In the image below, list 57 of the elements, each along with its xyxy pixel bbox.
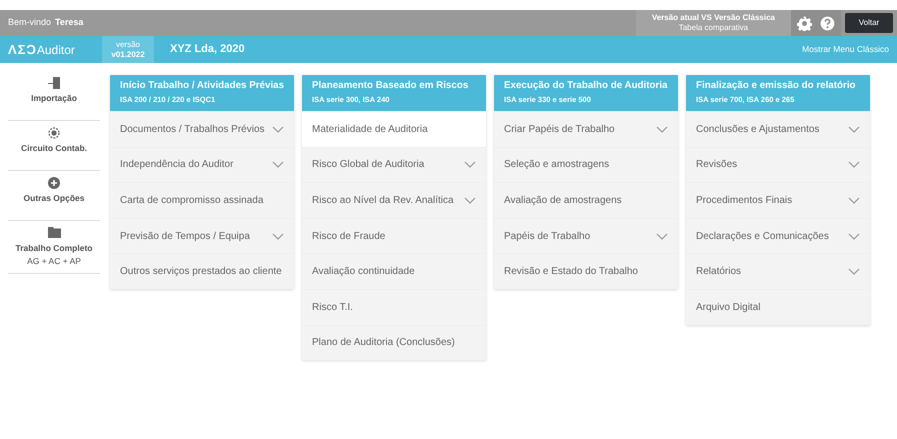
version-number: v01.2022: [110, 50, 146, 60]
menu-item[interactable]: Seleção e amostragens: [494, 146, 678, 182]
menu-item[interactable]: Procedimentos Finais: [686, 182, 870, 218]
column-title: Planeamento Baseado em Riscos: [312, 79, 470, 93]
menu-item[interactable]: Revisão e Estado do Trabalho: [494, 253, 678, 289]
sidebar-item[interactable]: Importação: [8, 71, 100, 121]
chevron-down-icon[interactable]: [848, 196, 860, 204]
user-name: Teresa: [55, 16, 84, 30]
column-title: Finalização e emissão do relatório: [696, 79, 857, 93]
version-label: versão: [114, 40, 141, 50]
help-icon[interactable]: [820, 16, 835, 30]
menu-item[interactable]: Avaliação continuidade: [302, 253, 486, 289]
settings-icon[interactable]: [797, 16, 812, 30]
menu-item[interactable]: Arquivo Digital: [686, 288, 870, 325]
chevron-down-icon[interactable]: [848, 268, 860, 276]
menu-item[interactable]: Conclusões e Ajustamentos: [686, 111, 870, 147]
company-name: XYZ Lda, 2020: [170, 42, 245, 58]
menu-item[interactable]: Revisões: [686, 146, 870, 182]
column-title: Execução do Trabalho de Auditoria: [504, 79, 668, 93]
menu-item[interactable]: Relatórios: [686, 253, 870, 289]
menu-item[interactable]: Papéis de Trabalho: [494, 218, 678, 254]
column-title: Início Trabalho / Atividades Prévias: [120, 79, 284, 93]
plus-icon: [48, 176, 60, 189]
circuit-icon: [48, 126, 60, 139]
menu-item[interactable]: Declarações e Comunicações: [686, 218, 870, 254]
menu-item[interactable]: Carta de compromisso assinada: [110, 182, 294, 218]
menu-item[interactable]: Risco de Fraude: [302, 218, 486, 254]
chevron-down-icon[interactable]: [272, 232, 284, 240]
chevron-down-icon[interactable]: [272, 126, 284, 133]
logo-text: Auditor: [36, 42, 75, 59]
back-button[interactable]: Voltar: [845, 13, 893, 33]
chevron-down-icon[interactable]: [464, 161, 476, 168]
menu-item[interactable]: Risco ao Nível da Rev. Analítica: [302, 182, 486, 218]
import-icon: [48, 76, 60, 89]
chevron-down-icon[interactable]: [656, 232, 668, 240]
chevron-down-icon[interactable]: [656, 126, 668, 133]
chevron-down-icon[interactable]: [272, 161, 284, 168]
menu-item[interactable]: Documentos / Trabalhos Prévios: [110, 111, 294, 147]
menu-item[interactable]: Outros serviços prestados ao cliente: [110, 253, 294, 289]
folder-icon: [48, 227, 60, 238]
greeting-text: Bem-vindo: [8, 16, 52, 30]
menu-item[interactable]: Previsão de Tempos / Equipa: [110, 218, 294, 254]
sidebar-item[interactable]: Circuito Contab.: [8, 121, 100, 171]
menu-item[interactable]: Avaliação de amostragens: [494, 182, 678, 218]
chevron-down-icon[interactable]: [848, 232, 860, 240]
menu-item[interactable]: Risco T.I.: [302, 288, 486, 325]
menu-item[interactable]: Materialidade de Auditoria: [302, 111, 486, 147]
menu-item[interactable]: Independência do Auditor: [110, 146, 294, 182]
sidebar-item[interactable]: Trabalho Completo AG + AC + AP: [8, 221, 100, 274]
chevron-down-icon[interactable]: [464, 196, 476, 204]
chevron-down-icon[interactable]: [848, 126, 860, 133]
chevron-down-icon[interactable]: [848, 161, 860, 168]
sidebar-item[interactable]: Outras Opções: [8, 171, 100, 221]
menu-item[interactable]: Risco Global de Auditoria: [302, 146, 486, 182]
logo-mark: ΛΣϽ: [8, 40, 37, 59]
menu-item[interactable]: Criar Papéis de Trabalho: [494, 111, 678, 147]
menu-item[interactable]: Plano de Auditoria (Conclusões): [302, 324, 486, 360]
